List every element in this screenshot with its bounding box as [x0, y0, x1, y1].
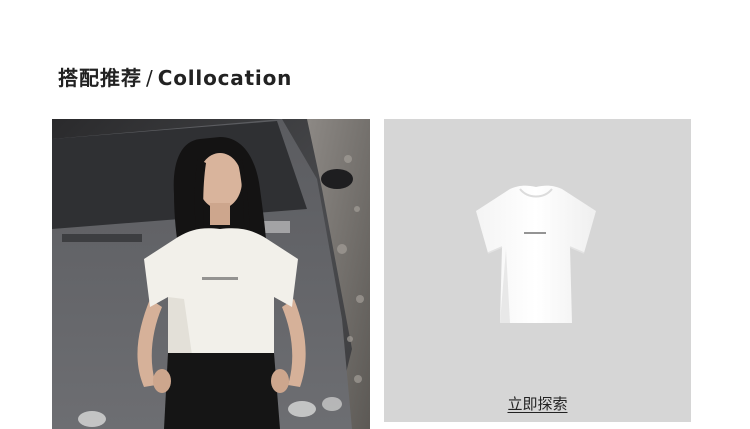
section-title-cn: 搭配推荐 [58, 66, 142, 90]
explore-link[interactable]: 立即探索 [384, 393, 691, 414]
white-tshirt-image [476, 185, 596, 323]
product-panel[interactable]: 立即探索 [384, 119, 691, 422]
section-title-en: Collocation [157, 66, 293, 90]
model-photo[interactable] [52, 119, 370, 429]
title-separator: / [146, 66, 154, 90]
collocation-section: 搭配推荐 / Collocation 立即探索 [0, 0, 750, 429]
section-title: 搭配推荐 / Collocation [58, 62, 292, 91]
model-photo-illustration [52, 119, 370, 429]
